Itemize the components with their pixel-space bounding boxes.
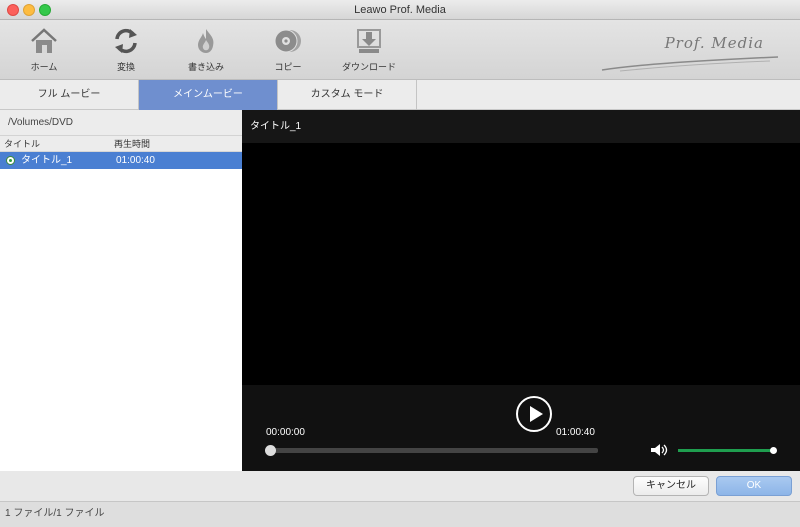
current-time: 00:00:00 [266,427,305,438]
file-count-status: 1 ファイル/1 ファイル [5,508,105,519]
dialog-button-bar: キャンセル OK [0,471,800,501]
toolbar-home-button[interactable]: ホーム [12,26,76,73]
window-title: Leawo Prof. Media [354,4,446,16]
column-header-duration[interactable]: 再生時間 [114,136,150,152]
volume-slider[interactable] [678,447,777,454]
video-area [242,143,800,385]
video-preview-player: タイトル_1 00:00:00 01:00:40 [242,110,800,471]
title-radio-button[interactable] [6,156,15,165]
download-icon [357,29,381,53]
player-controls: 00:00:00 01:00:40 [242,385,800,471]
ok-button[interactable]: OK [716,476,792,496]
player-title: タイトル_1 [242,110,800,143]
row-title: タイトル_1 [21,155,73,166]
copy-disc-icon [274,29,301,53]
total-time: 01:00:40 [556,427,595,438]
zoom-window-button[interactable] [39,4,51,16]
play-button[interactable] [516,396,552,432]
row-duration: 01:00:40 [116,155,155,166]
toolbar: ホーム 変換 書き込み コピー ダウンロード Prof. Media [0,20,800,80]
tab-full-movie[interactable]: フル ムービー [0,80,139,110]
toolbar-download-label: ダウンロード [341,62,396,72]
speaker-icon[interactable] [650,443,670,457]
source-path: /Volumes/DVD [0,110,242,136]
volume-handle[interactable] [770,447,777,454]
status-bar: 1 ファイル/1 ファイル [0,501,800,527]
mode-tabs: フル ムービー メインムービー カスタム モード [0,80,800,110]
tab-custom-mode[interactable]: カスタム モード [278,80,417,110]
home-icon [31,28,57,53]
column-header-title[interactable]: タイトル [4,136,40,152]
minimize-window-button[interactable] [23,4,35,16]
tab-main-movie[interactable]: メインムービー [139,80,278,110]
table-row[interactable]: タイトル_1 01:00:40 [0,152,242,169]
convert-icon [115,28,137,54]
toolbar-copy-button[interactable]: コピー [256,26,320,73]
toolbar-download-button[interactable]: ダウンロード [337,26,401,73]
seek-handle[interactable] [265,445,276,456]
title-list-header: タイトル 再生時間 [0,136,242,152]
seek-slider[interactable] [265,445,598,456]
logo-swoosh-icon [601,56,779,72]
toolbar-copy-label: コピー [274,62,302,72]
title-list-panel: /Volumes/DVD タイトル 再生時間 タイトル_1 01:00:40 [0,110,242,471]
toolbar-home-label: ホーム [30,62,58,72]
cancel-button[interactable]: キャンセル [633,476,709,496]
burn-icon [198,29,214,53]
toolbar-convert-label: 変換 [116,62,135,72]
toolbar-burn-button[interactable]: 書き込み [174,26,238,73]
toolbar-burn-label: 書き込み [187,62,224,72]
brand-logo: Prof. Media [664,34,764,52]
toolbar-convert-button[interactable]: 変換 [94,26,158,73]
title-bar: Leawo Prof. Media [0,0,800,20]
close-window-button[interactable] [7,4,19,16]
